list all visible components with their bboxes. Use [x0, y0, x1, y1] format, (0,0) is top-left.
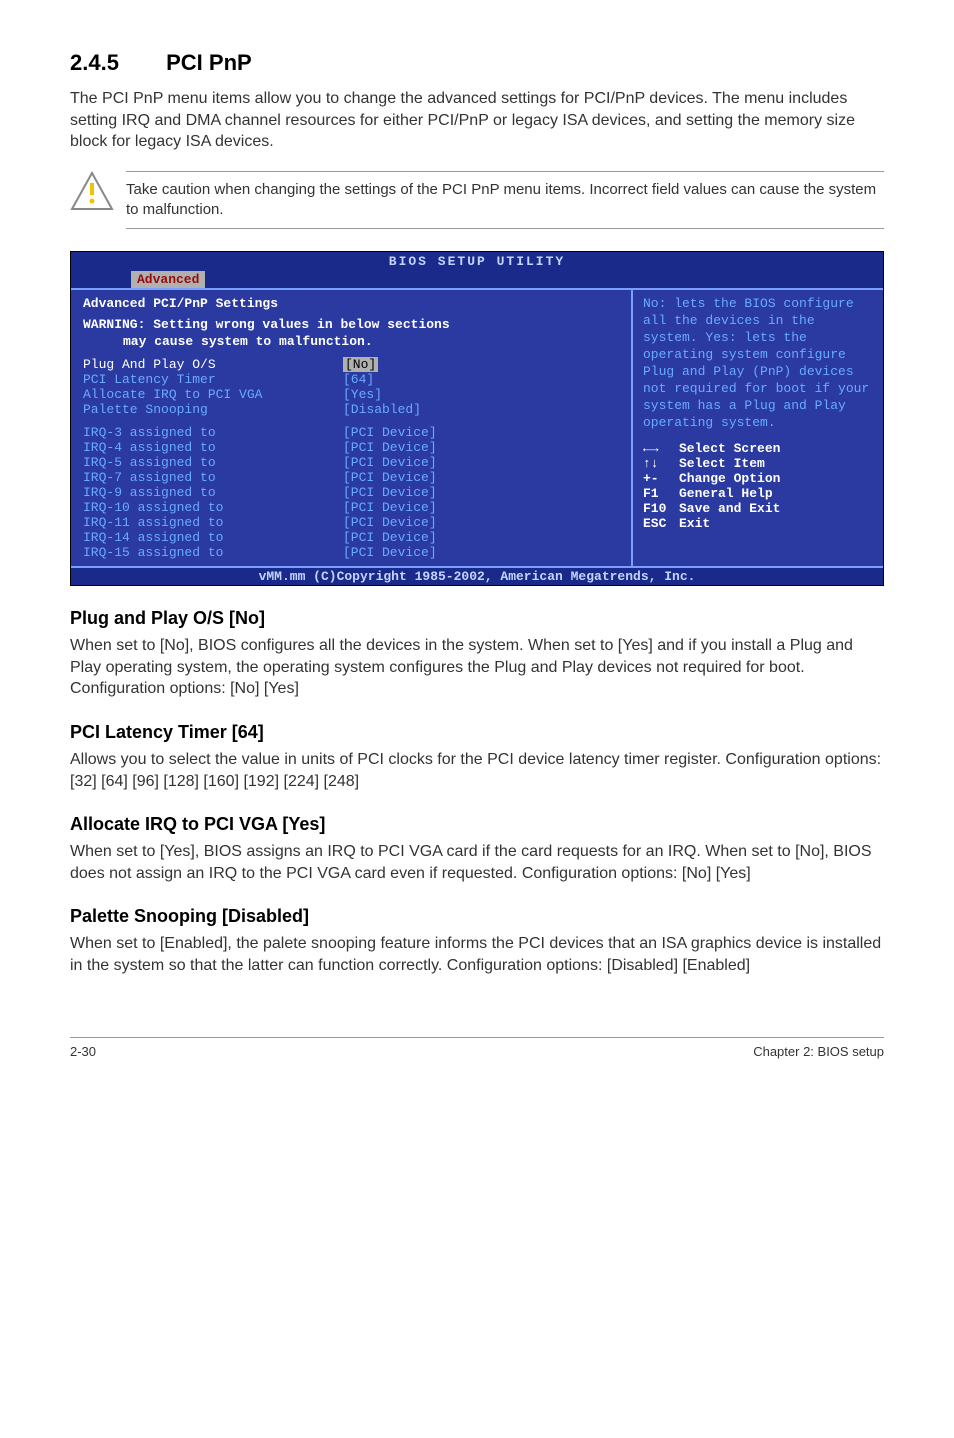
bios-key-hint: ↑↓Select Item — [643, 456, 873, 471]
subsection-heading: PCI Latency Timer [64] — [70, 722, 884, 743]
bios-key-desc: Save and Exit — [679, 501, 780, 516]
page-number: 2-30 — [70, 1044, 96, 1059]
bios-row-label: IRQ-11 assigned to — [83, 515, 343, 530]
bios-row-value: [PCI Device] — [343, 425, 437, 440]
bios-row-label: IRQ-10 assigned to — [83, 500, 343, 515]
bios-irq-row: IRQ-10 assigned to[PCI Device] — [83, 500, 621, 515]
bios-key-desc: Select Item — [679, 456, 765, 471]
section-title: PCI PnP — [166, 50, 252, 75]
bios-key: F10 — [643, 501, 679, 516]
caution-icon — [70, 171, 126, 211]
bios-irq-row: IRQ-5 assigned to[PCI Device] — [83, 455, 621, 470]
bios-key: ←→ — [643, 441, 679, 456]
bios-row-value: [PCI Device] — [343, 545, 437, 560]
bios-irq-row: IRQ-9 assigned to[PCI Device] — [83, 485, 621, 500]
bios-tab-advanced: Advanced — [131, 271, 205, 288]
bios-title: BIOS SETUP UTILITY — [71, 252, 883, 271]
bios-row-label: IRQ-14 assigned to — [83, 530, 343, 545]
bios-warning-1: WARNING: Setting wrong values in below s… — [83, 317, 621, 332]
bios-screenshot: BIOS SETUP UTILITY Advanced Advanced PCI… — [70, 251, 884, 586]
bios-irq-row: IRQ-14 assigned to[PCI Device] — [83, 530, 621, 545]
bios-help-text: No: lets the BIOS configure all the devi… — [643, 296, 873, 431]
bios-row-label: Plug And Play O/S — [83, 357, 343, 372]
bios-key-desc: Select Screen — [679, 441, 780, 456]
bios-key-hint: ←→Select Screen — [643, 441, 873, 456]
bios-irq-row: IRQ-11 assigned to[PCI Device] — [83, 515, 621, 530]
bios-key: ↑↓ — [643, 456, 679, 471]
section-number: 2.4.5 — [70, 50, 160, 76]
bios-config-row: Palette Snooping[Disabled] — [83, 402, 621, 417]
bios-key-desc: Change Option — [679, 471, 780, 486]
bios-row-value: [Yes] — [343, 387, 382, 402]
bios-irq-row: IRQ-4 assigned to[PCI Device] — [83, 440, 621, 455]
bios-key-hint: F1General Help — [643, 486, 873, 501]
bios-key-desc: Exit — [679, 516, 710, 531]
bios-key-hint: F10Save and Exit — [643, 501, 873, 516]
bios-row-value: [64] — [343, 372, 374, 387]
subsection-body: When set to [Enabled], the palete snoopi… — [70, 933, 884, 976]
bios-key: F1 — [643, 486, 679, 501]
bios-row-label: Palette Snooping — [83, 402, 343, 417]
subsection-body: When set to [No], BIOS configures all th… — [70, 635, 884, 678]
bios-key-desc: General Help — [679, 486, 773, 501]
chapter-title: Chapter 2: BIOS setup — [753, 1044, 884, 1059]
subsection-body: Configuration options: [No] [Yes] — [70, 678, 884, 700]
bios-row-value: [PCI Device] — [343, 470, 437, 485]
subsection-heading: Allocate IRQ to PCI VGA [Yes] — [70, 814, 884, 835]
bios-footer: vMM.mm (C)Copyright 1985-2002, American … — [71, 566, 883, 585]
subsection-heading: Plug and Play O/S [No] — [70, 608, 884, 629]
bios-row-value: [PCI Device] — [343, 440, 437, 455]
bios-row-value: [No] — [343, 357, 378, 372]
subsection-body: When set to [Yes], BIOS assigns an IRQ t… — [70, 841, 884, 884]
bios-config-row: PCI Latency Timer[64] — [83, 372, 621, 387]
bios-row-value: [PCI Device] — [343, 500, 437, 515]
caution-note: Take caution when changing the settings … — [70, 171, 884, 230]
bios-right-panel: No: lets the BIOS configure all the devi… — [633, 290, 883, 566]
subsection-heading: Palette Snooping [Disabled] — [70, 906, 884, 927]
bios-config-row: Allocate IRQ to PCI VGA[Yes] — [83, 387, 621, 402]
bios-row-label: IRQ-3 assigned to — [83, 425, 343, 440]
section-intro: The PCI PnP menu items allow you to chan… — [70, 88, 884, 153]
bios-key: +- — [643, 471, 679, 486]
bios-row-label: IRQ-7 assigned to — [83, 470, 343, 485]
bios-row-label: IRQ-15 assigned to — [83, 545, 343, 560]
subsection-body: Allows you to select the value in units … — [70, 749, 884, 792]
bios-tabs: Advanced — [71, 271, 883, 288]
bios-row-label: Allocate IRQ to PCI VGA — [83, 387, 343, 402]
bios-row-value: [PCI Device] — [343, 530, 437, 545]
bios-row-label: IRQ-9 assigned to — [83, 485, 343, 500]
bios-left-panel: Advanced PCI/PnP Settings WARNING: Setti… — [71, 290, 633, 566]
caution-text: Take caution when changing the settings … — [126, 171, 884, 230]
page-footer: 2-30 Chapter 2: BIOS setup — [70, 1037, 884, 1059]
bios-row-value: [PCI Device] — [343, 515, 437, 530]
bios-irq-row: IRQ-7 assigned to[PCI Device] — [83, 470, 621, 485]
bios-row-value: [PCI Device] — [343, 485, 437, 500]
bios-key: ESC — [643, 516, 679, 531]
bios-config-row: Plug And Play O/S[No] — [83, 357, 621, 372]
bios-warning-2: may cause system to malfunction. — [123, 334, 621, 349]
section-heading: 2.4.5 PCI PnP — [70, 50, 884, 76]
bios-row-label: IRQ-4 assigned to — [83, 440, 343, 455]
bios-row-label: PCI Latency Timer — [83, 372, 343, 387]
bios-irq-row: IRQ-3 assigned to[PCI Device] — [83, 425, 621, 440]
bios-key-hint: +-Change Option — [643, 471, 873, 486]
bios-row-value: [Disabled] — [343, 402, 421, 417]
bios-row-label: IRQ-5 assigned to — [83, 455, 343, 470]
bios-irq-row: IRQ-15 assigned to[PCI Device] — [83, 545, 621, 560]
bios-heading: Advanced PCI/PnP Settings — [83, 296, 621, 311]
bios-row-value: [PCI Device] — [343, 455, 437, 470]
bios-key-hint: ESCExit — [643, 516, 873, 531]
